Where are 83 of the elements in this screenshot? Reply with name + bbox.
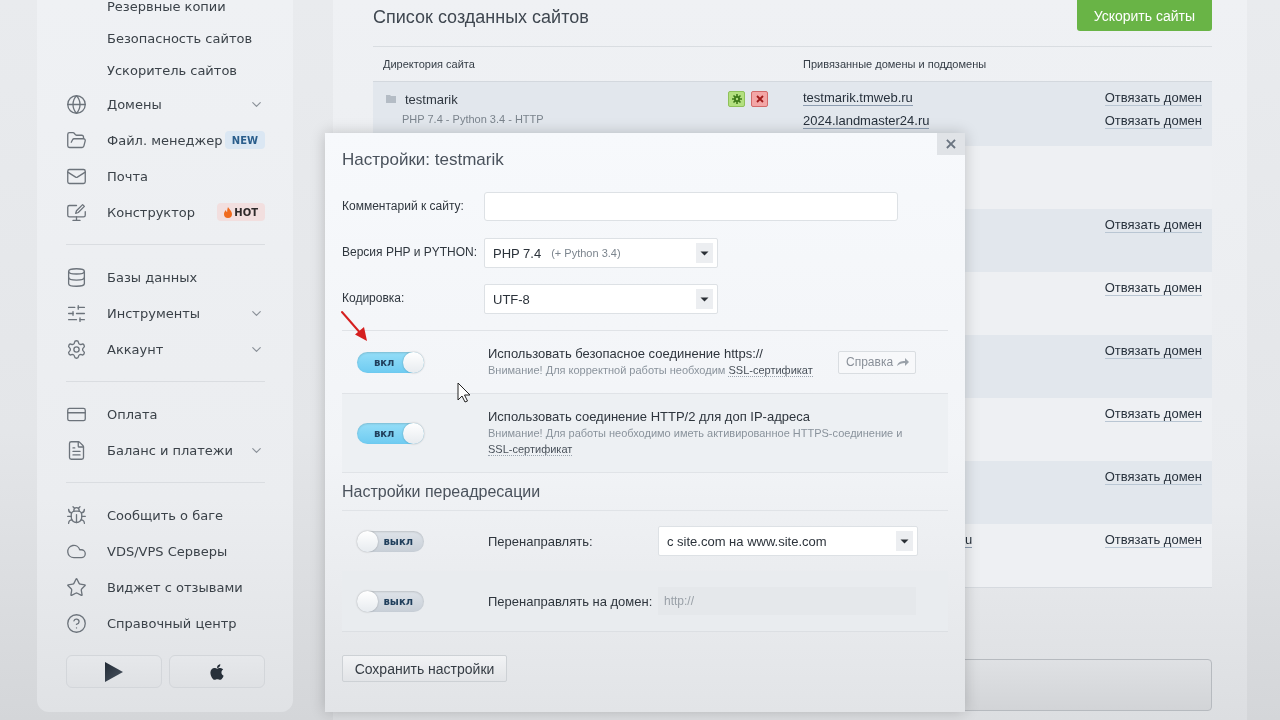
field-label: Комментарий к сайту:	[342, 198, 465, 215]
pointer-arrow-icon	[340, 310, 370, 342]
column-header: Привязанные домены и поддомены	[802, 58, 988, 70]
nav-link[interactable]: Сообщить о баге	[107, 507, 223, 523]
arrow-icon	[896, 357, 909, 367]
close-button[interactable]: ×	[937, 133, 965, 155]
field-label: Перенаправлять на домен:	[488, 593, 654, 609]
warning-text: Внимание! Для корректной работы необходим SSL-сертификат	[488, 363, 814, 378]
caret-icon	[896, 531, 913, 551]
nav-link[interactable]: VDS/VPS Серверы	[107, 543, 228, 559]
domain-link[interactable]: 2024.landmaster24.ru	[803, 113, 930, 129]
section-title: Настройки переадресации	[342, 473, 948, 511]
text-input[interactable]	[484, 192, 898, 221]
toggle-switch[interactable]: вкл	[357, 422, 424, 444]
text-input[interactable]: http://	[658, 587, 916, 615]
help-icon	[66, 612, 87, 634]
caret-icon	[696, 289, 713, 309]
sliders-icon	[66, 302, 87, 324]
certificate-link[interactable]: SSL-сертификат	[488, 443, 573, 456]
star-icon	[66, 576, 87, 598]
column-header: Директория сайта	[382, 58, 476, 70]
dropdown[interactable]: PHP 7.4 (+ Python 3.4)	[484, 238, 718, 268]
unlink-domain-link[interactable]: Отвязать домен	[1104, 343, 1202, 359]
globe-icon	[66, 93, 87, 115]
dialog-title: Настройки: testmarik	[342, 149, 505, 171]
caret-icon	[696, 243, 713, 263]
nav-link[interactable]: Инструменты	[107, 305, 201, 321]
save-button[interactable]: Сохранить настройки	[342, 655, 507, 682]
unlink-domain-link[interactable]: Отвязать домен	[1104, 280, 1202, 296]
play-icon	[105, 661, 123, 682]
folder-icon	[66, 129, 87, 151]
nav-link[interactable]: Справочный центр	[107, 615, 237, 631]
nav-link[interactable]: Файл. менеджер	[107, 132, 223, 148]
nav-link[interactable]: Баланс и платежи	[107, 442, 234, 458]
toggle-switch[interactable]: вкл	[357, 351, 424, 373]
warning-text: Внимание! Для работы необходимо иметь активированное HTTPS-соединение и SSL-сертификат	[488, 426, 904, 457]
nav-link[interactable]: Виджет с отзывами	[107, 579, 243, 595]
database-icon	[66, 266, 87, 288]
cross-icon	[755, 95, 764, 103]
nav-link[interactable]: Оплата	[107, 406, 158, 422]
cursor-icon	[457, 382, 471, 403]
tag-text: HOT	[234, 206, 258, 218]
domain-link[interactable]: testmarik.tmweb.ru	[803, 90, 913, 106]
nav-link[interactable]: Резервные копии	[107, 0, 226, 14]
site-details: PHP 7.4 - Python 3.4 - HTTP	[401, 113, 545, 125]
dropdown[interactable]: с site.com на www.site.com	[658, 526, 918, 556]
unlink-domain-link[interactable]: Отвязать домен	[1104, 469, 1202, 485]
document-icon	[66, 439, 87, 461]
option-title: Использовать соединение HTTP/2 для доп IP-адреса	[488, 409, 811, 425]
unlink-domain-link[interactable]: Отвязать домен	[1104, 113, 1202, 129]
unlink-domain-link[interactable]: Отвязать домен	[1104, 217, 1202, 233]
tag: NEW	[224, 131, 265, 149]
delete-button[interactable]	[751, 91, 768, 107]
nav-link[interactable]: Домены	[107, 96, 162, 112]
nav-link[interactable]: Аккаунт	[107, 341, 164, 357]
nav-link[interactable]: Ускоритель сайтов	[107, 62, 237, 78]
unlink-domain-link[interactable]: Отвязать домен	[1104, 90, 1202, 106]
certificate-link[interactable]: SSL-сертификат	[728, 364, 813, 377]
apple-icon	[208, 662, 226, 681]
gear-icon	[731, 94, 742, 104]
nav-link[interactable]: Почта	[107, 168, 148, 184]
nav-link[interactable]: Безопасность сайтов	[107, 30, 253, 46]
settings-button[interactable]	[728, 91, 745, 107]
toggle-switch[interactable]: выкл	[357, 590, 424, 612]
flame-icon	[224, 206, 233, 218]
dropdown[interactable]: UTF-8	[484, 284, 718, 314]
play-store-button[interactable]	[66, 655, 162, 688]
unlink-domain-link[interactable]: Отвязать домен	[1104, 406, 1202, 422]
field-label: Кодировка:	[342, 290, 406, 307]
field-label: Версия PHP и PYTHON:	[342, 244, 479, 261]
app-store-button[interactable]	[169, 655, 265, 688]
folder-icon	[386, 95, 396, 103]
bug-icon	[66, 504, 87, 526]
settings-icon	[66, 338, 87, 360]
nav-link[interactable]: Базы данных	[107, 269, 198, 285]
page-title: Список созданных сайтов	[373, 6, 589, 29]
field-label: Перенаправлять:	[488, 533, 594, 549]
monitor-pen-icon	[66, 201, 87, 223]
site-name[interactable]: testmarik	[405, 91, 458, 107]
nav-link[interactable]: Конструктор	[107, 204, 195, 220]
unlink-domain-link[interactable]: Отвязать домен	[1104, 532, 1202, 548]
option-title: Использовать безопасное соединение https://	[488, 346, 764, 362]
toggle-switch[interactable]: выкл	[357, 530, 424, 552]
